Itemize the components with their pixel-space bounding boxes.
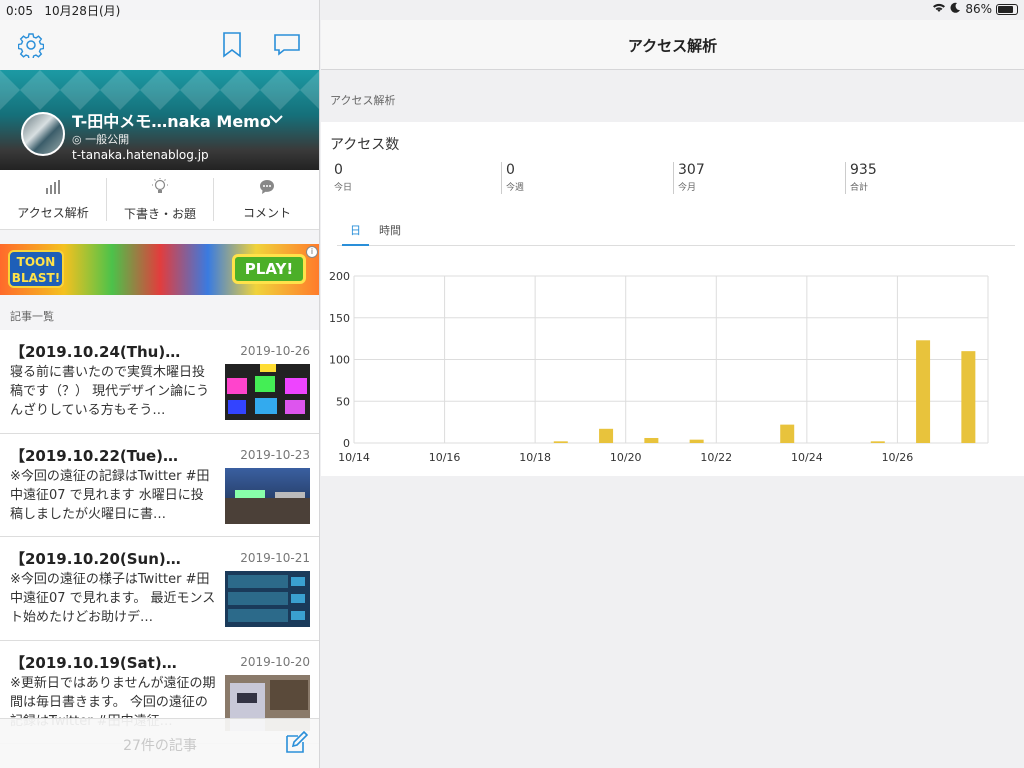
status-time: 0:05 xyxy=(6,4,33,18)
access-chart: 0 50 100 150 200 10/14 10/16 10/18 10/20 10/22 10/… xyxy=(329,270,989,464)
menu-comments[interactable]: コメント xyxy=(213,178,319,221)
stat-total: 935 合計 xyxy=(846,162,1018,194)
articles-section-label: 記事一覧 xyxy=(10,310,54,323)
chevron-down-icon[interactable] xyxy=(268,110,284,129)
visibility-status: ◎ 一般公開 xyxy=(72,131,129,147)
chart-bar xyxy=(780,424,795,443)
chart-bar xyxy=(916,340,931,443)
globe-icon: ◎ xyxy=(72,133,82,146)
left-pane: T-田中メモ…naka Memo ◎ 一般公開 t-tanaka.hatenab… xyxy=(0,0,320,768)
speech-bubble-icon[interactable] xyxy=(274,34,300,56)
stat-value: 307 xyxy=(678,162,705,178)
ad-brand: TOON BLAST! xyxy=(8,250,64,288)
chart-bar xyxy=(961,351,976,443)
article-title: 【2019.10.19(Sat)… xyxy=(10,653,177,672)
chart-bar xyxy=(689,439,704,443)
article-title: 【2019.10.24(Thu)… xyxy=(10,343,181,361)
list-item[interactable]: 【2019.10.24(Thu)… 2019-10-26 寝る前に書いたので実質… xyxy=(0,330,319,434)
y-tick-label: 150 xyxy=(329,312,350,325)
bookmark-icon[interactable] xyxy=(222,32,242,58)
y-tick-label: 50 xyxy=(336,395,350,408)
y-tick-label: 200 xyxy=(329,270,350,283)
ad-banner[interactable]: TOON BLAST! PLAY! i xyxy=(0,244,319,295)
article-snippet: ※今回の遠征の記録はTwitter #田中遠征07 で見れます 水曜日に投稿しま… xyxy=(10,468,210,522)
speech-bubble-icon xyxy=(259,179,275,198)
stat-month: 307 今月 xyxy=(674,162,846,194)
moon-icon xyxy=(950,2,961,16)
blog-menu: アクセス解析 下書き・お題 コメント xyxy=(0,170,319,230)
x-tick-label: 10/22 xyxy=(700,451,732,464)
x-tick-label: 10/16 xyxy=(429,451,461,464)
menu-access-analytics[interactable]: アクセス解析 xyxy=(0,170,106,229)
tab-day[interactable]: 日 xyxy=(342,222,369,246)
article-snippet: ※今回の遠征の様子はTwitter #田中遠征07 で見れます。 最近モンスト始… xyxy=(10,572,216,625)
tab-hour[interactable]: 時間 xyxy=(379,222,401,238)
chart-bar xyxy=(553,441,568,443)
list-item[interactable]: 【2019.10.22(Tue)… 2019-10-23 ※今回の遠征の記録はT… xyxy=(0,433,319,537)
article-thumbnail xyxy=(225,364,310,420)
compose-icon[interactable] xyxy=(284,731,308,755)
x-tick-label: 10/24 xyxy=(791,451,823,464)
stat-label: 今日 xyxy=(334,183,353,193)
x-tick-label: 10/26 xyxy=(882,451,914,464)
card-title: アクセス数 xyxy=(330,137,400,153)
chart-bar xyxy=(870,441,885,443)
battery-icon xyxy=(996,3,1018,15)
wifi-icon xyxy=(932,2,946,16)
chart-bar xyxy=(644,437,659,443)
stat-label: 今月 xyxy=(678,183,697,193)
period-tabs: 日 時間 xyxy=(337,216,1015,246)
x-tick-label: 10/20 xyxy=(610,451,642,464)
status-bar: 0:05 10月28日(月) 86% xyxy=(0,0,1024,20)
menu-label: アクセス解析 xyxy=(17,205,89,220)
page-title: アクセス解析 xyxy=(627,37,718,55)
chart-bar xyxy=(599,428,614,443)
article-thumbnail xyxy=(225,571,310,627)
article-title: 【2019.10.22(Tue)… xyxy=(10,446,179,465)
left-footer: 27件の記事 xyxy=(0,718,319,768)
right-toolbar: アクセス解析 xyxy=(321,20,1024,70)
bar-chart-icon xyxy=(45,179,61,198)
article-date: 2019-10-20 xyxy=(240,654,310,669)
battery-percent: 86% xyxy=(965,2,992,16)
menu-label: 下書き・お題 xyxy=(123,206,196,221)
lightbulb-icon xyxy=(152,177,168,199)
visibility-label: 一般公開 xyxy=(85,133,130,146)
stat-value: 935 xyxy=(850,162,877,178)
gear-icon[interactable] xyxy=(18,32,44,58)
y-tick-label: 0 xyxy=(343,437,350,450)
x-tick-label: 10/18 xyxy=(519,451,551,464)
access-card: アクセス数 0 今日 0 今週 307 今月 935 合計 日 時間 0 50 100 150… xyxy=(321,122,1024,476)
menu-drafts[interactable]: 下書き・お題 xyxy=(106,177,213,221)
blog-title: T-田中メモ…naka Memo xyxy=(72,112,271,131)
article-count: 27件の記事 xyxy=(123,738,197,754)
ad-play-button[interactable]: PLAY! xyxy=(232,254,306,284)
article-title: 【2019.10.20(Sun)… xyxy=(10,550,181,568)
stats-row: 0 今日 0 今週 307 今月 935 合計 xyxy=(330,162,1018,194)
article-thumbnail xyxy=(225,467,310,524)
stat-label: 今週 xyxy=(506,183,525,193)
article-snippet: 寝る前に書いたので実質木曜日投稿です（？） 現代デザイン論にうんざりしている方も… xyxy=(10,365,210,418)
blog-header[interactable]: T-田中メモ…naka Memo ◎ 一般公開 t-tanaka.hatenab… xyxy=(0,70,319,170)
menu-label: コメント xyxy=(242,205,291,220)
stat-label: 合計 xyxy=(850,183,869,193)
article-date: 2019-10-21 xyxy=(240,551,310,565)
section-label: アクセス解析 xyxy=(330,94,396,107)
avatar xyxy=(21,112,65,156)
x-tick-label: 10/14 xyxy=(338,451,370,464)
left-toolbar xyxy=(0,20,319,70)
stat-week: 0 今週 xyxy=(502,162,674,194)
ad-info-icon[interactable]: i xyxy=(306,246,318,258)
article-list: 【2019.10.24(Thu)… 2019-10-26 寝る前に書いたので実質… xyxy=(0,330,319,744)
stat-today: 0 今日 xyxy=(330,162,502,194)
article-date: 2019-10-26 xyxy=(240,344,310,358)
y-tick-label: 100 xyxy=(329,354,350,367)
right-pane: アクセス解析 アクセス解析 アクセス数 0 今日 0 今週 307 今月 935 合計 … xyxy=(321,0,1024,768)
list-item[interactable]: 【2019.10.20(Sun)… 2019-10-21 ※今回の遠征の様子はT… xyxy=(0,537,319,641)
stat-value: 0 xyxy=(334,162,343,178)
status-date: 10月28日(月) xyxy=(44,4,121,18)
article-date: 2019-10-23 xyxy=(240,447,310,462)
blog-url: t-tanaka.hatenablog.jp xyxy=(72,148,209,162)
stat-value: 0 xyxy=(506,162,515,178)
